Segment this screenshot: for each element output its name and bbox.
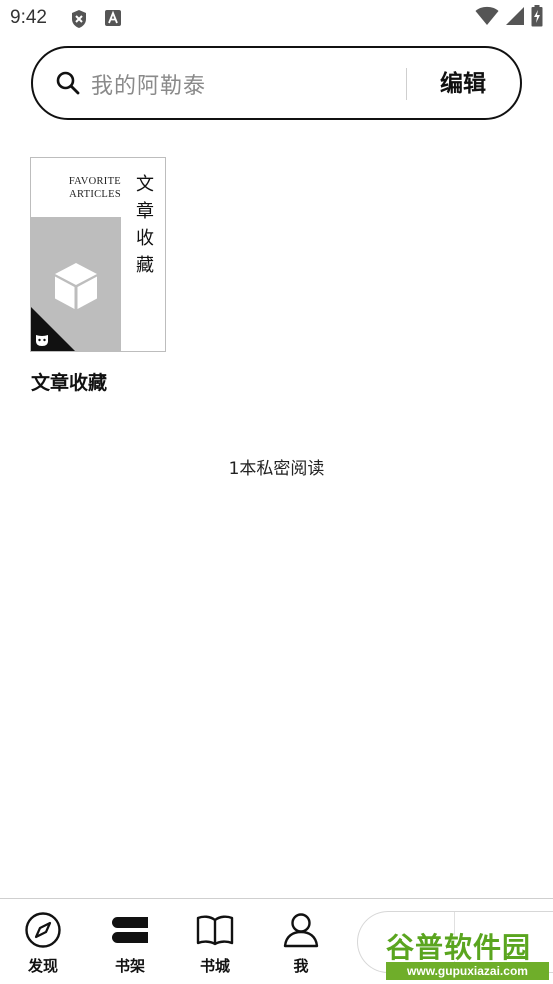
mask-icon bbox=[35, 332, 49, 346]
font-a-icon bbox=[104, 9, 122, 31]
signal-icon bbox=[505, 6, 525, 30]
person-icon bbox=[271, 911, 331, 949]
watermark-url: www.gupuxiazai.com bbox=[386, 962, 549, 980]
cover-chinese-title: 文 章 收 藏 bbox=[134, 171, 156, 279]
status-time: 9:42 bbox=[10, 7, 47, 28]
compass-icon bbox=[13, 911, 73, 949]
watermark-title: 谷普软件园 bbox=[386, 931, 532, 964]
open-book-icon bbox=[185, 911, 245, 949]
nav-item-discover[interactable]: 发现 bbox=[13, 911, 73, 981]
nav-item-bookstore[interactable]: 书城 bbox=[185, 911, 245, 981]
cover-chinese-char: 文 bbox=[136, 174, 154, 195]
nav-label: 发现 bbox=[27, 957, 58, 975]
cover-chinese-char: 藏 bbox=[136, 255, 154, 276]
edit-button[interactable]: 编辑 bbox=[423, 64, 503, 104]
wifi-icon bbox=[475, 6, 499, 30]
status-right-group bbox=[475, 5, 543, 31]
cover-english-title: FAVORITE ARTICLES bbox=[69, 175, 121, 201]
search-bar[interactable]: 我的阿勒泰 编辑 bbox=[31, 46, 522, 120]
search-input[interactable]: 我的阿勒泰 bbox=[91, 68, 206, 100]
nav-item-me[interactable]: 我 bbox=[271, 911, 331, 981]
book-cover[interactable]: FAVORITE ARTICLES 文 章 收 藏 bbox=[30, 157, 166, 352]
search-icon bbox=[55, 70, 81, 96]
shield-x-icon bbox=[70, 9, 88, 33]
battery-charging-icon bbox=[531, 5, 543, 31]
cover-chinese-char: 章 bbox=[136, 201, 154, 222]
status-bar: 9:42 bbox=[0, 0, 553, 40]
cover-english-line: ARTICLES bbox=[69, 189, 121, 200]
private-reading-count[interactable]: 1本私密阅读 bbox=[0, 454, 553, 479]
cube-icon bbox=[53, 261, 99, 311]
nav-label: 我 bbox=[293, 957, 309, 975]
nav-label: 书架 bbox=[114, 957, 145, 975]
watermark-logo: 谷普软件园 www.gupuxiazai.com bbox=[386, 926, 549, 980]
cover-chinese-char: 收 bbox=[136, 228, 154, 249]
nav-item-bookshelf[interactable]: 书架 bbox=[100, 911, 160, 981]
cover-english-line: FAVORITE bbox=[68, 176, 121, 187]
bookshelf-icon bbox=[100, 911, 160, 949]
search-divider bbox=[406, 68, 407, 100]
nav-label: 书城 bbox=[199, 957, 230, 975]
book-title[interactable]: 文章收藏 bbox=[31, 368, 107, 395]
